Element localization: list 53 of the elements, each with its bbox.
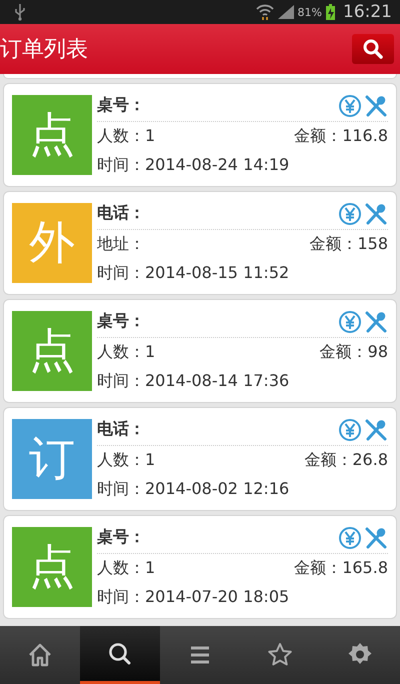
order-detail: 地址： xyxy=(97,234,145,255)
order-time: 时间：2014-08-14 17:36 xyxy=(97,370,290,392)
search-button[interactable] xyxy=(352,34,394,64)
fork-spoon-icon xyxy=(364,94,388,118)
search-tab[interactable] xyxy=(80,626,160,684)
order-amount: 金额：165.8 xyxy=(294,558,388,579)
fork-spoon-icon xyxy=(364,310,388,334)
yuan-icon xyxy=(338,310,362,334)
order-card[interactable]: 订 电话： 人数：1 金额：26.8 时间：2014-08-02 12:16 xyxy=(3,407,397,511)
order-time: 时间：2014-08-02 12:16 xyxy=(97,478,290,500)
signal-icon xyxy=(278,5,294,19)
search-icon xyxy=(362,38,384,60)
order-amount: 金额：26.8 xyxy=(304,450,388,471)
order-card[interactable]: 点 桌号： 人数：1 金额：165.8 时间：2014-07-20 18:05 xyxy=(3,515,397,619)
home-icon xyxy=(27,642,53,668)
order-detail: 人数：1 xyxy=(97,342,156,363)
order-type-badge: 点 xyxy=(12,311,92,391)
search-icon xyxy=(107,640,133,666)
order-detail: 人数：1 xyxy=(97,450,156,471)
fork-spoon-icon xyxy=(364,526,388,550)
order-card[interactable]: 外 电话： 地址： 金额：158 时间：2014-08-15 11:52 xyxy=(3,191,397,295)
order-label: 电话： xyxy=(97,419,146,440)
clock: 16:21 xyxy=(343,2,392,22)
order-label: 桌号： xyxy=(97,527,146,548)
wifi-icon xyxy=(256,4,274,20)
usb-icon xyxy=(14,3,26,21)
yuan-icon xyxy=(338,526,362,550)
order-type-badge: 订 xyxy=(12,419,92,499)
order-amount: 金额：98 xyxy=(320,342,388,363)
fork-spoon-icon xyxy=(364,202,388,226)
order-label: 桌号： xyxy=(97,311,146,332)
order-type-badge: 点 xyxy=(12,95,92,175)
order-type-badge: 点 xyxy=(12,527,92,607)
order-detail: 人数：1 xyxy=(97,126,156,147)
order-card[interactable]: 点 桌号： 人数：1 金额：116.8 时间：2014-08-24 14:19 xyxy=(3,83,397,187)
fork-spoon-icon xyxy=(364,418,388,442)
order-time: 时间：2014-07-20 18:05 xyxy=(97,586,290,608)
order-detail: 人数：1 xyxy=(97,558,156,579)
order-amount: 金额：116.8 xyxy=(294,126,388,147)
battery-percent: 81% xyxy=(298,6,322,18)
page-title: 订单列表 xyxy=(0,36,88,64)
battery-charging-icon xyxy=(326,4,335,20)
yuan-icon xyxy=(338,418,362,442)
order-amount: 金额：158 xyxy=(309,234,388,255)
order-type-badge: 外 xyxy=(12,203,92,283)
order-time: 时间：2014-08-24 14:19 xyxy=(97,154,290,176)
yuan-icon xyxy=(338,202,362,226)
order-label: 桌号： xyxy=(97,95,146,116)
order-card[interactable]: 点 桌号： 人数：1 金额：98 时间：2014-08-14 17:36 xyxy=(3,299,397,403)
order-time: 时间：2014-08-15 11:52 xyxy=(97,262,290,284)
star-icon xyxy=(267,642,293,668)
yuan-icon xyxy=(338,94,362,118)
order-label: 电话： xyxy=(97,203,146,224)
